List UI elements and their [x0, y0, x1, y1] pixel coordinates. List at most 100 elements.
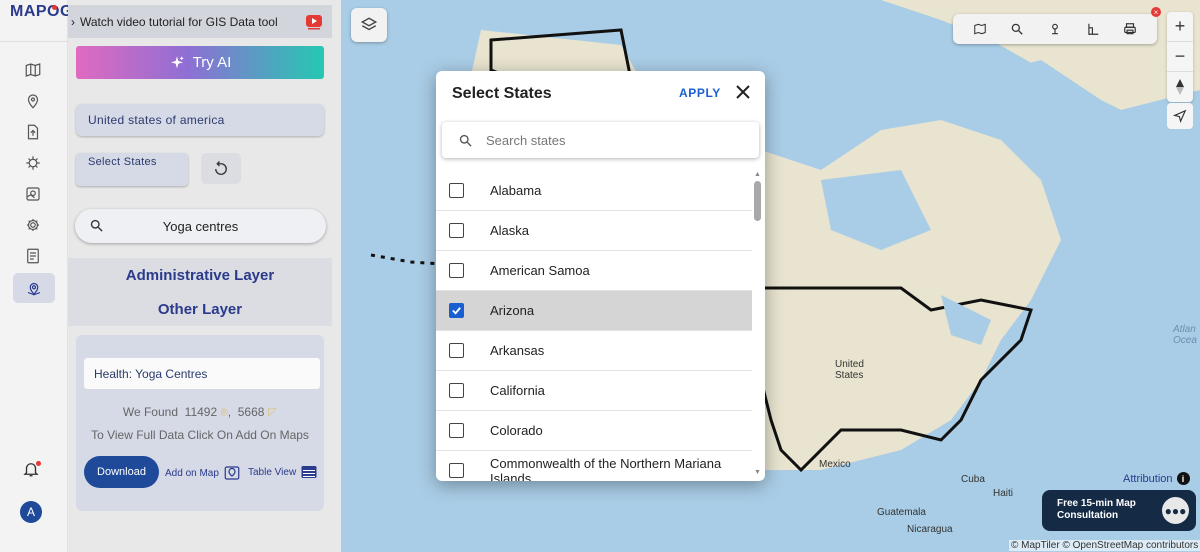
table-view-label: Table View — [248, 466, 297, 478]
upload-icon[interactable] — [20, 119, 46, 145]
state-row[interactable]: Arkansas — [436, 331, 752, 371]
print-icon[interactable] — [1123, 22, 1137, 36]
select-states-button[interactable]: Select States — [76, 153, 188, 186]
map-label-haiti: Haiti — [993, 488, 1014, 499]
add-on-map-label: Add on Map — [165, 467, 219, 479]
state-row[interactable]: California — [436, 371, 752, 411]
icon-rail: MAPOG A — [0, 0, 72, 552]
found-counts: We Found 11492 ⌾, 5668 ◸ — [122, 405, 278, 419]
modal-title: Select States — [452, 85, 552, 102]
search-input[interactable]: Yoga centres — [75, 209, 326, 243]
map-pin-icon — [224, 466, 240, 480]
search-value: Yoga centres — [162, 218, 239, 234]
side-panel: › Watch video tutorial for GIS Data tool… — [68, 0, 341, 552]
flag-icon: ◸ — [267, 405, 278, 419]
report-icon[interactable] — [20, 243, 46, 269]
state-checkbox[interactable] — [449, 463, 464, 478]
search-icon[interactable] — [1010, 22, 1024, 36]
rail-divider — [0, 41, 68, 42]
avatar[interactable]: A — [20, 501, 42, 523]
add-on-map-button[interactable]: Add on Map — [165, 464, 241, 482]
reset-icon — [215, 160, 227, 175]
state-label: American Samoa — [490, 263, 590, 278]
state-checkbox[interactable] — [449, 423, 464, 438]
map-label-nicaragua: Nicaragua — [907, 524, 953, 535]
administrative-layer-tab[interactable]: Administrative Layer — [68, 267, 332, 284]
layer-group: Administrative Layer Other Layer — [68, 258, 332, 326]
state-checkbox[interactable] — [449, 183, 464, 198]
compass-icon[interactable] — [1167, 72, 1193, 102]
state-row[interactable]: Alabama — [436, 171, 752, 211]
found-prefix: We Found — [122, 405, 178, 419]
country-select[interactable]: United states of america — [76, 104, 324, 136]
gear-icon[interactable] — [20, 212, 46, 238]
pin-icon: ⌾ — [220, 405, 228, 419]
try-ai-label: Try AI — [192, 54, 232, 71]
scroll-thumb[interactable] — [754, 181, 761, 221]
select-states-modal: Select States APPLY Alabama Alaska America… — [436, 71, 765, 481]
state-row[interactable]: Colorado — [436, 411, 752, 451]
scroll-up-icon[interactable]: ▲ — [754, 171, 761, 178]
category-field: Health: Yoga Centres — [84, 358, 320, 389]
state-search-field[interactable] — [442, 122, 759, 158]
state-label: Alabama — [490, 183, 542, 198]
zoom-out-button[interactable]: − — [1167, 42, 1193, 72]
consultation-banner[interactable]: Free 15-min Map Consultation ●●● — [1042, 490, 1196, 531]
count-points: 11492 — [184, 405, 218, 419]
state-row[interactable]: American Samoa — [436, 251, 752, 291]
scroll-down-icon[interactable]: ▼ — [754, 469, 761, 476]
toolbar-close-icon[interactable]: × — [1151, 7, 1161, 17]
pin-icon[interactable] — [1048, 22, 1062, 36]
download-button[interactable]: Download — [84, 456, 159, 488]
state-row[interactable]: Commonwealth of the Northern Mariana Isl… — [436, 451, 752, 481]
list-scrollbar[interactable]: ▲ ▼ — [753, 171, 763, 481]
measure-icon[interactable] — [1086, 22, 1100, 36]
logo-dot — [52, 5, 57, 10]
other-layer-tab[interactable]: Other Layer — [68, 301, 332, 318]
search-icon — [459, 134, 472, 147]
state-checkbox[interactable] — [449, 263, 464, 278]
apply-button[interactable]: APPLY — [679, 86, 721, 100]
state-row[interactable]: Arizona — [436, 291, 752, 331]
reset-button[interactable] — [201, 153, 241, 184]
state-row[interactable]: Alaska — [436, 211, 752, 251]
found-hint: To View Full Data Click On Add On Maps — [91, 428, 309, 442]
attribution-label: Attribution — [1123, 472, 1173, 485]
chat-icon[interactable]: ●●● — [1162, 497, 1189, 524]
app-logo[interactable]: MAPOG — [10, 3, 73, 21]
location-pin-icon[interactable] — [20, 88, 46, 114]
state-checkbox[interactable] — [449, 383, 464, 398]
data-icon[interactable] — [13, 273, 55, 303]
map-label-atlantic: Atlan Ocea — [1173, 324, 1197, 346]
state-label: California — [490, 383, 545, 398]
map-label-united-states: United States — [835, 359, 864, 381]
results-card: Health: Yoga Centres We Found 11492 ⌾, 5… — [76, 335, 324, 511]
info-icon: i — [1176, 472, 1190, 485]
layers-icon — [360, 17, 378, 31]
state-checkbox[interactable] — [449, 303, 464, 318]
layers-button[interactable] — [351, 8, 387, 42]
locate-button[interactable] — [1167, 103, 1193, 129]
state-checkbox[interactable] — [449, 223, 464, 238]
tutorial-banner[interactable]: › Watch video tutorial for GIS Data tool — [68, 5, 332, 38]
state-label: Commonwealth of the Northern Mariana Isl… — [490, 455, 722, 482]
map-copyright: © MapTiler © OpenStreetMap contributors — [1009, 540, 1200, 551]
state-label: Alaska — [490, 223, 530, 238]
state-checkbox[interactable] — [449, 343, 464, 358]
consultation-text: Free 15-min Map Consultation — [1057, 498, 1136, 521]
close-icon[interactable] — [735, 84, 751, 100]
table-view-button[interactable]: Table View — [248, 464, 318, 480]
map-layers-icon[interactable] — [20, 181, 46, 207]
map-view-icon[interactable] — [973, 22, 987, 36]
bug-icon[interactable] — [20, 150, 46, 176]
try-ai-button[interactable]: Try AI — [76, 46, 324, 79]
attribution-link[interactable]: Attribution i — [1123, 472, 1190, 485]
sparkle-icon — [170, 55, 184, 68]
zoom-in-button[interactable]: + — [1167, 12, 1193, 42]
tutorial-text: Watch video tutorial for GIS Data tool — [80, 14, 278, 29]
map-label-mexico: Mexico — [819, 459, 851, 470]
state-search-input[interactable] — [486, 130, 746, 150]
map-icon[interactable] — [20, 57, 46, 83]
state-label: Arkansas — [490, 343, 545, 358]
youtube-icon[interactable] — [306, 14, 322, 30]
